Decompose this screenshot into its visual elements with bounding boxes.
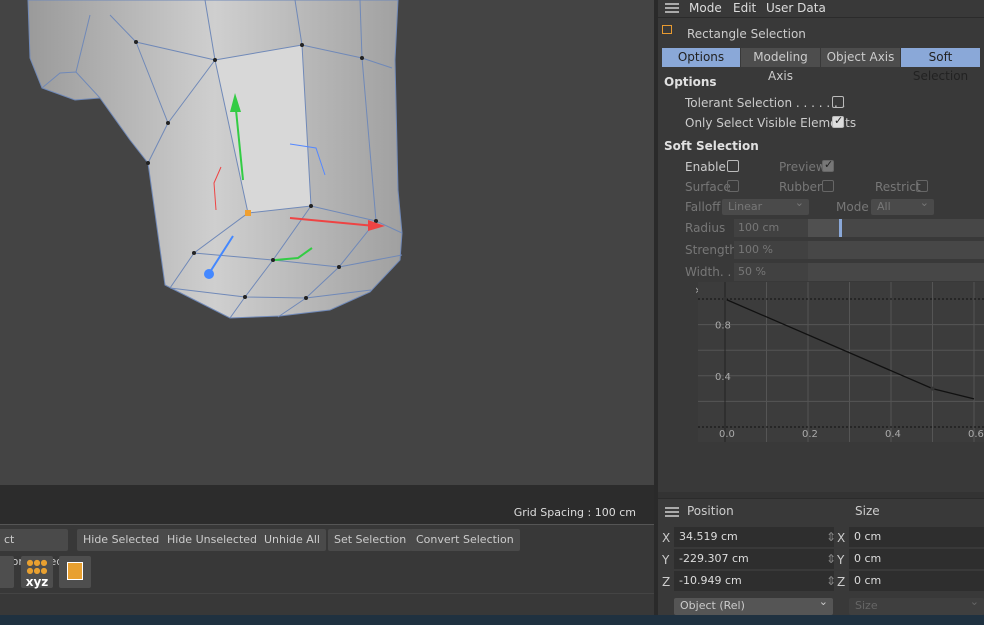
x-tick-label: 0.6 (968, 429, 984, 440)
enable-label: Enable (685, 160, 726, 174)
size-field[interactable]: 0 cm (849, 571, 984, 591)
menu-mode[interactable]: Mode (689, 1, 722, 15)
convert-selection-button[interactable]: Convert Selection (410, 529, 520, 551)
tab-modeling-axis[interactable]: Modeling Axis (741, 48, 821, 83)
radius-field[interactable]: 100 cm (734, 219, 808, 237)
soft-selection-heading: Soft Selection (664, 139, 759, 153)
visible-elements-label: Only Select Visible Elements (685, 116, 857, 130)
falloff-dropdown[interactable]: Linear (722, 196, 809, 215)
options-heading: Options (664, 75, 717, 89)
grid-spacing-label: Grid Spacing : 100 cm (513, 506, 636, 519)
mesh-model (27, 0, 403, 319)
set-selection-button[interactable]: Set Selection (328, 529, 413, 551)
falloff-label: Falloff (685, 200, 721, 214)
falloff-curve-graph[interactable]: 0.0 0.2 0.4 0.6 0.4 0.8 (698, 282, 984, 442)
width-slider[interactable] (808, 263, 984, 281)
pos-axis-label: X (662, 531, 671, 545)
viewport-status-bar: Grid Spacing : 100 cm (0, 485, 654, 525)
preview-label: Preview (779, 160, 826, 174)
menu-user-data[interactable]: User Data (766, 1, 826, 15)
tab-options[interactable]: Options (662, 48, 741, 67)
hamburger-icon[interactable] (665, 3, 679, 13)
position-field[interactable]: -229.307 cm (674, 549, 834, 569)
x-tick-label: 0.2 (802, 429, 818, 440)
stepper-icon[interactable]: ⇕ (826, 574, 836, 588)
curve-knot (930, 386, 935, 391)
hide-selected-button[interactable]: Hide Selected (77, 529, 166, 551)
tab-soft-selection[interactable]: Soft Selection (901, 48, 981, 83)
position-field[interactable]: -10.949 cm (674, 571, 834, 591)
visible-elements-checkbox[interactable] (832, 114, 844, 128)
selected-point (245, 210, 251, 216)
x-tick-label: 0.4 (885, 429, 901, 440)
radius-slider[interactable] (808, 219, 984, 237)
point-xyz-icon[interactable]: ●●● ●●● xyz (21, 556, 53, 589)
tool-name: Rectangle Selection (687, 27, 806, 41)
rubber-label: Rubber (779, 180, 822, 194)
size-axis-label: X (837, 531, 846, 545)
position-heading: Position (687, 504, 734, 518)
x-tick-label: 0.0 (719, 429, 735, 440)
strength-slider[interactable] (808, 241, 984, 259)
size-axis-label: Z (837, 575, 846, 589)
size-axis-label: Y (837, 553, 845, 567)
attributes-panel: Mode Edit User Data Rectangle Selection … (658, 0, 984, 492)
mode-dropdown[interactable]: All (871, 196, 934, 215)
tolerant-selection-label: Tolerant Selection . . . . . . . (685, 96, 846, 110)
width-field[interactable]: 50 % (734, 263, 808, 281)
status-strip (0, 593, 656, 615)
size-field[interactable]: 0 cm (849, 549, 984, 569)
pos-axis-label: Z (662, 575, 671, 589)
command-toolbar: ct Connected Hide Selected Hide Unselect… (0, 525, 656, 593)
coordinates-panel: Position Size X 34.519 cm ⇕ X 0 cm Y -229… (658, 498, 984, 615)
size-field[interactable]: 0 cm (849, 527, 984, 547)
hide-unselected-button[interactable]: Hide Unselected (161, 529, 264, 551)
stepper-icon[interactable]: ⇕ (826, 552, 836, 566)
mode-label: Mode (836, 200, 869, 214)
move-tool-icon[interactable] (0, 556, 14, 588)
strength-label: Strength (685, 243, 737, 257)
coordinate-mode-dropdown[interactable]: Object (Rel) (674, 595, 833, 615)
3d-viewport[interactable] (0, 0, 654, 485)
surface-label: Surface (685, 180, 731, 194)
unhide-all-button[interactable]: Unhide All (258, 529, 326, 551)
size-heading: Size (855, 504, 880, 518)
taskbar (0, 615, 984, 625)
strength-field[interactable]: 100 % (734, 241, 808, 259)
position-field[interactable]: 34.519 cm (674, 527, 834, 547)
restrict-label: Restrict (875, 180, 921, 194)
size-mode-dropdown[interactable]: Size (849, 595, 984, 615)
tab-object-axis[interactable]: Object Axis (821, 48, 901, 67)
curve-knot (723, 297, 727, 301)
y-tick-label: 0.8 (715, 321, 731, 332)
pos-axis-label: Y (662, 553, 670, 567)
tolerant-selection-checkbox[interactable] (832, 96, 844, 108)
stepper-icon[interactable]: ⇕ (826, 530, 836, 544)
surface-checkbox[interactable] (727, 180, 739, 192)
restrict-checkbox[interactable] (916, 180, 928, 192)
coord-menu-icon[interactable] (665, 507, 679, 517)
enable-checkbox[interactable] (727, 160, 739, 172)
y-tick-label: 0.4 (715, 372, 731, 383)
width-label: Width. . (685, 265, 732, 279)
cube-icon[interactable] (59, 556, 91, 588)
xyz-label: xyz (25, 575, 49, 589)
rectangle-selection-icon (662, 25, 672, 34)
rubber-checkbox[interactable] (822, 180, 834, 192)
radius-label: Radius (685, 221, 726, 235)
menu-edit[interactable]: Edit (733, 1, 756, 15)
preview-checkbox[interactable] (822, 158, 834, 172)
select-connected-button[interactable]: ct Connected (0, 529, 68, 568)
